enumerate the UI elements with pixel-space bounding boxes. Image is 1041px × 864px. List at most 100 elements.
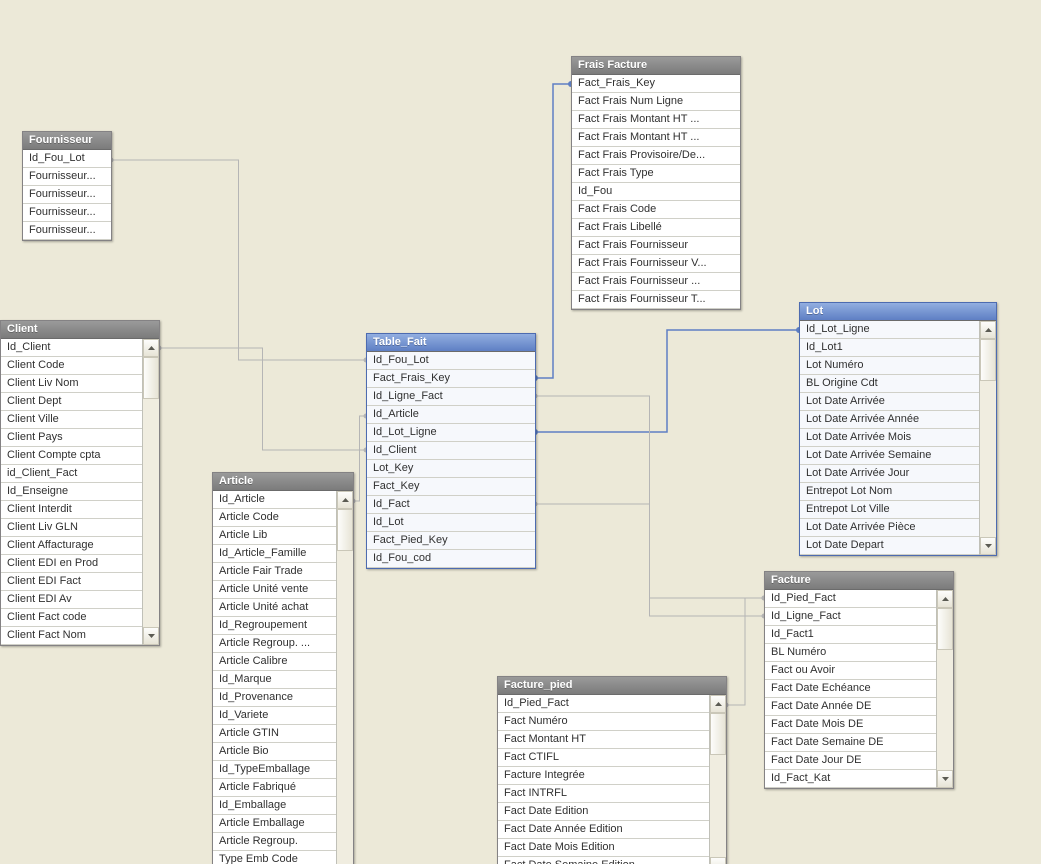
field-item[interactable]: Article Emballage	[213, 815, 336, 833]
field-item[interactable]: Client Liv Nom	[1, 375, 142, 393]
scroll-track[interactable]	[937, 608, 953, 770]
table-header[interactable]: Lot	[800, 303, 996, 321]
table-facture_pied[interactable]: Facture_piedId_Pied_FactFact NuméroFact …	[497, 676, 727, 864]
field-item[interactable]: Fact_Frais_Key	[572, 75, 740, 93]
field-item[interactable]: Client EDI en Prod	[1, 555, 142, 573]
table-table_fait[interactable]: Table_FaitId_Fou_LotFact_Frais_KeyId_Lig…	[366, 333, 536, 569]
field-item[interactable]: Fact Frais Fournisseur ...	[572, 273, 740, 291]
field-item[interactable]: Id_Regroupement	[213, 617, 336, 635]
field-item[interactable]: id_Client_Fact	[1, 465, 142, 483]
table-client[interactable]: ClientId_ClientClient CodeClient Liv Nom…	[0, 320, 160, 646]
field-item[interactable]: Id_Pied_Fact	[498, 695, 709, 713]
scrollbar[interactable]	[979, 321, 996, 555]
field-item[interactable]: Id_Client	[367, 442, 535, 460]
field-item[interactable]: Type Emb Code	[213, 851, 336, 864]
scroll-thumb[interactable]	[710, 713, 726, 755]
field-item[interactable]: Lot Date Arrivée Jour	[800, 465, 979, 483]
scroll-down-button[interactable]	[937, 770, 953, 788]
field-item[interactable]: Id_Lot_Ligne	[800, 321, 979, 339]
scroll-down-button[interactable]	[710, 857, 726, 864]
scroll-thumb[interactable]	[937, 608, 953, 650]
field-item[interactable]: Lot Date Depart	[800, 537, 979, 555]
field-item[interactable]: Article Bio	[213, 743, 336, 761]
field-item[interactable]: Entrepot Lot Nom	[800, 483, 979, 501]
field-item[interactable]: Id_Ligne_Fact	[367, 388, 535, 406]
scrollbar[interactable]	[709, 695, 726, 864]
field-item[interactable]: Lot Date Arrivée Pièce	[800, 519, 979, 537]
scroll-up-button[interactable]	[337, 491, 353, 509]
field-item[interactable]: Fact Date Mois Edition	[498, 839, 709, 857]
field-item[interactable]: Id_Variete	[213, 707, 336, 725]
field-item[interactable]: Fact_Frais_Key	[367, 370, 535, 388]
field-item[interactable]: Article Fabriqué	[213, 779, 336, 797]
scroll-up-button[interactable]	[980, 321, 996, 339]
field-item[interactable]: Id_Enseigne	[1, 483, 142, 501]
field-item[interactable]: Fact Date Semaine Edition	[498, 857, 709, 864]
field-item[interactable]: Lot Numéro	[800, 357, 979, 375]
field-item[interactable]: Id_Article_Famille	[213, 545, 336, 563]
field-item[interactable]: Id_Emballage	[213, 797, 336, 815]
field-item[interactable]: Fact INTRFL	[498, 785, 709, 803]
field-item[interactable]: Id_Ligne_Fact	[765, 608, 936, 626]
field-item[interactable]: Fact_Key	[367, 478, 535, 496]
field-item[interactable]: Client EDI Av	[1, 591, 142, 609]
table-article[interactable]: ArticleId_ArticleArticle CodeArticle Lib…	[212, 472, 354, 864]
scroll-track[interactable]	[337, 509, 353, 864]
scroll-thumb[interactable]	[337, 509, 353, 551]
field-item[interactable]: Fact Numéro	[498, 713, 709, 731]
scroll-track[interactable]	[980, 339, 996, 537]
table-header[interactable]: Client	[1, 321, 159, 339]
field-item[interactable]: Client EDI Fact	[1, 573, 142, 591]
field-item[interactable]: Article Code	[213, 509, 336, 527]
table-header[interactable]: Fournisseur	[23, 132, 111, 150]
field-item[interactable]: Fact Frais Fournisseur T...	[572, 291, 740, 309]
field-item[interactable]: BL Numéro	[765, 644, 936, 662]
table-fournisseur[interactable]: FournisseurId_Fou_LotFournisseur...Fourn…	[22, 131, 112, 241]
field-item[interactable]: Article Regroup.	[213, 833, 336, 851]
field-item[interactable]: Article Unité vente	[213, 581, 336, 599]
field-item[interactable]: Fact Date Mois DE	[765, 716, 936, 734]
field-item[interactable]: Lot Date Arrivée Année	[800, 411, 979, 429]
field-item[interactable]: Client Fact Nom	[1, 627, 142, 645]
field-item[interactable]: Id_Fact1	[765, 626, 936, 644]
field-item[interactable]: Fact Date Jour DE	[765, 752, 936, 770]
scroll-track[interactable]	[143, 357, 159, 627]
field-item[interactable]: Article Regroup. ...	[213, 635, 336, 653]
field-item[interactable]: Id_Article	[367, 406, 535, 424]
field-item[interactable]: Id_Marque	[213, 671, 336, 689]
field-item[interactable]: Article Fair Trade	[213, 563, 336, 581]
table-header[interactable]: Facture	[765, 572, 953, 590]
field-item[interactable]: Id_Fou	[572, 183, 740, 201]
field-item[interactable]: Lot Date Arrivée Semaine	[800, 447, 979, 465]
field-item[interactable]: Client Liv GLN	[1, 519, 142, 537]
field-item[interactable]: Lot_Key	[367, 460, 535, 478]
table-lot[interactable]: LotId_Lot_LigneId_Lot1Lot NuméroBL Origi…	[799, 302, 997, 556]
field-item[interactable]: Fact Date Echéance	[765, 680, 936, 698]
field-item[interactable]: Id_Provenance	[213, 689, 336, 707]
field-item[interactable]: Fact CTIFL	[498, 749, 709, 767]
field-item[interactable]: Id_Fou_cod	[367, 550, 535, 568]
scroll-down-button[interactable]	[980, 537, 996, 555]
table-facture[interactable]: FactureId_Pied_FactId_Ligne_FactId_Fact1…	[764, 571, 954, 789]
field-item[interactable]: Id_Article	[213, 491, 336, 509]
field-item[interactable]: Id_Lot_Ligne	[367, 424, 535, 442]
field-item[interactable]: Id_Fact_Kat	[765, 770, 936, 788]
field-item[interactable]: Fact Frais Type	[572, 165, 740, 183]
table-header[interactable]: Frais Facture	[572, 57, 740, 75]
field-item[interactable]: Id_Lot	[367, 514, 535, 532]
table-frais_facture[interactable]: Frais FactureFact_Frais_KeyFact Frais Nu…	[571, 56, 741, 310]
field-item[interactable]: Client Pays	[1, 429, 142, 447]
field-item[interactable]: Fact Montant HT	[498, 731, 709, 749]
field-item[interactable]: Fournisseur...	[23, 186, 111, 204]
field-item[interactable]: Id_Lot1	[800, 339, 979, 357]
field-item[interactable]: Article GTIN	[213, 725, 336, 743]
scroll-track[interactable]	[710, 713, 726, 857]
field-item[interactable]: Client Code	[1, 357, 142, 375]
field-item[interactable]: Fact Frais Montant HT ...	[572, 111, 740, 129]
scroll-up-button[interactable]	[710, 695, 726, 713]
field-item[interactable]: Fournisseur...	[23, 204, 111, 222]
field-item[interactable]: Id_Client	[1, 339, 142, 357]
field-item[interactable]: Fact Date Edition	[498, 803, 709, 821]
field-item[interactable]: Fact ou Avoir	[765, 662, 936, 680]
field-item[interactable]: Id_Pied_Fact	[765, 590, 936, 608]
